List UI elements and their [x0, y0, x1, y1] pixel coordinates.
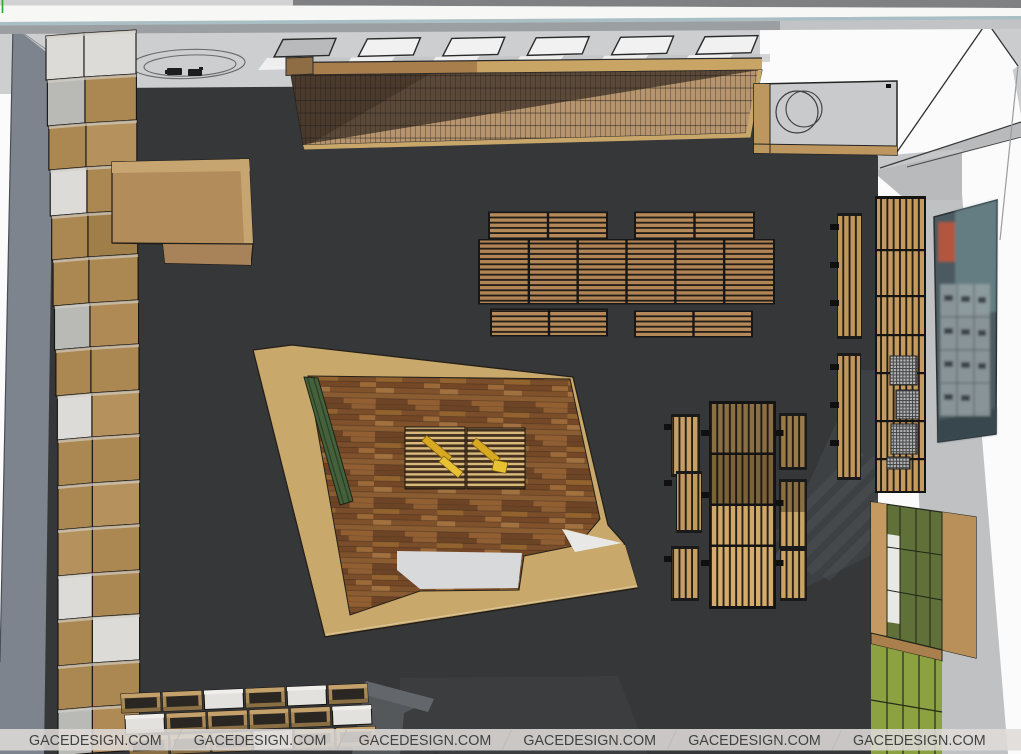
svg-text:GACEDESIGN.COM: GACEDESIGN.COM: [853, 733, 986, 749]
svg-text:GACEDESIGN.COM: GACEDESIGN.COM: [688, 733, 821, 749]
svg-text:GACEDESIGN.COM: GACEDESIGN.COM: [194, 733, 327, 749]
svg-text:GACEDESIGN.COM: GACEDESIGN.COM: [523, 733, 656, 749]
svg-text:GACEDESIGN.COM: GACEDESIGN.COM: [29, 733, 162, 749]
svg-text:GACEDESIGN.COM: GACEDESIGN.COM: [359, 733, 492, 749]
